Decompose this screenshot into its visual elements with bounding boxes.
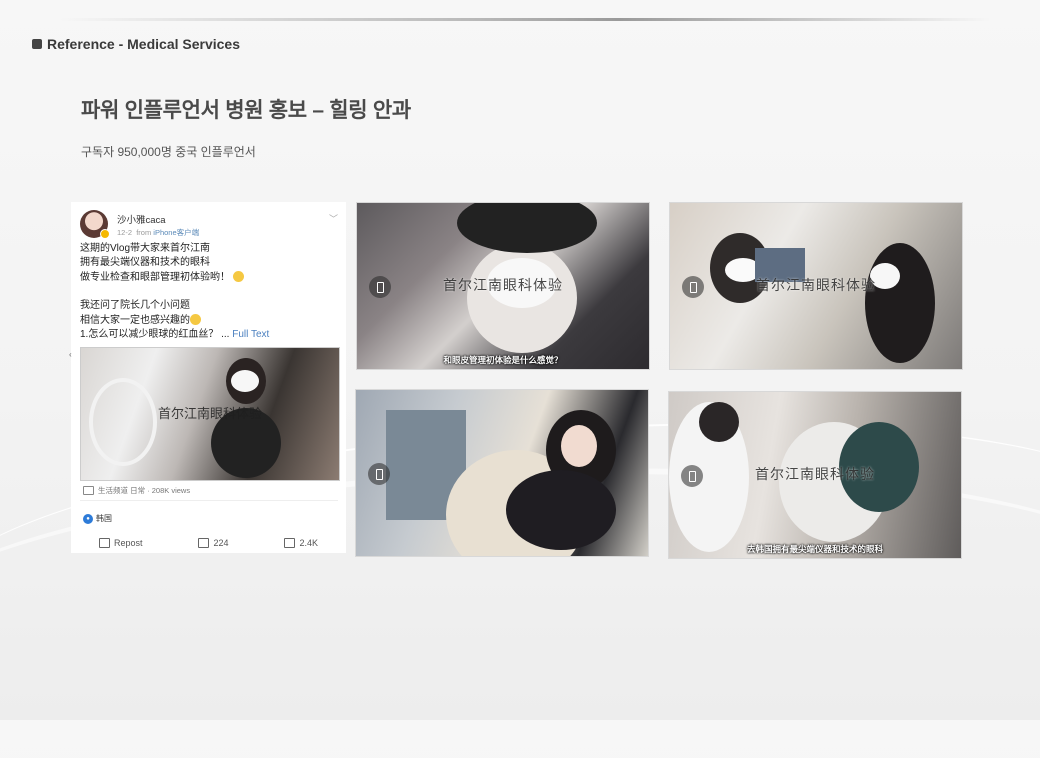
weibo-post-card: 沙小雅caca 12-2 from iPhone客户端 ﹀ 这期的Vlog带大家… [69,202,346,553]
video-thumbnail-3[interactable] [356,390,648,556]
thumbs-up-icon [284,538,296,548]
post-line: 这期的Vlog带大家来首尔江南 [80,243,211,254]
like-count: 2.4K [299,538,318,548]
thumbnail-subtitle: 去韩国拥有最尖端仪器和技术的眼科 [746,544,883,554]
comment-icon [198,538,210,548]
image-shape [89,378,157,466]
image-shape [506,470,616,550]
post-actions: Repost 224 2.4K [71,538,346,548]
post-line-text: 做专业检查和眼部管理初体验哟！ [80,271,230,283]
location-tag[interactable]: ● 韩国 [83,513,112,524]
comment-count: 224 [213,538,229,548]
full-text-link[interactable]: Full Text [232,329,269,340]
reference-label: Reference - Medical Services [32,36,240,52]
divider [80,500,338,501]
post-source-prefix: from [136,228,152,237]
post-line: 相信大家一定也感兴趣的 [80,313,340,328]
thumbnail-caption: 首尔江南眼科体验 [755,467,875,483]
video-thumbnail-4[interactable]: 首尔江南眼科体验 去韩国拥有最尖端仪器和技术的眼科 [669,392,961,558]
post-line: 拥有最尖端仪器和技术的眼科 [80,257,210,269]
image-shape [699,402,739,442]
post-line: 我还问了院长几个小问题 [80,300,190,312]
views-info: 生活频道 日常 · 208K views [83,485,190,496]
repost-icon [98,538,110,548]
post-line: 做专业检查和眼部管理初体验哟！ [80,270,340,285]
page-subtitle: 구독자 950,000명 중국 인플루언서 [81,145,256,159]
image-shape [231,370,259,392]
like-button[interactable]: 2.4K [284,538,318,548]
comment-button[interactable]: 224 [198,538,229,548]
thumbnail-subtitle: 和眼皮管理初体验是什么感觉？ [443,355,563,365]
emoji-icon [232,270,244,282]
video-thumbnail-2[interactable]: 首尔江南眼科体验 [670,203,962,369]
post-line-text: 1.怎么可以减少眼球的红血丝？ ... [80,329,230,341]
post-line-text: 相信大家一定也感兴趣的 [80,314,190,326]
views-text: 生活频道 日常 · 208K views [98,486,191,495]
chevron-down-icon[interactable]: ﹀ [329,212,338,225]
verified-badge-icon [100,229,110,239]
post-line-spacer [80,285,340,299]
top-decorative-line [60,18,990,21]
post-line: 1.怎么可以减少眼球的红血丝？ ... Full Text [80,328,340,342]
post-username[interactable]: 沙小雅caca [117,212,166,226]
video-thumbnail-1[interactable]: 首尔江南眼科体验 和眼皮管理初体验是什么感觉？ [357,203,649,369]
thumbnail-caption: 首尔江南眼科体验 [756,278,876,294]
page-title: 파워 인플루언서 병원 홍보 – 힐링 안과 [81,99,411,122]
reference-label-text: Reference - Medical Services [47,36,240,52]
post-source: iPhone客户端 [153,228,200,237]
post-image-caption: 首尔江南眼科体验 [157,407,262,422]
phone-icon [368,463,390,485]
post-date: 12-2 [117,228,133,237]
image-shape [561,425,597,467]
post-meta: 12-2 from iPhone客户端 [117,227,199,238]
location-pin-icon: ● [83,513,93,524]
repost-button[interactable]: Repost [98,538,143,548]
image-shape [865,243,935,363]
thumbnail-caption: 首尔江南眼科体验 [443,278,563,294]
image-shape [457,203,597,253]
video-icon [83,486,94,495]
location-text: 韩国 [96,514,112,523]
post-text: 这期的Vlog带大家来首尔江南 拥有最尖端仪器和技术的眼科 做专业检查和眼部管理… [80,242,340,342]
repost-label: Repost [113,538,143,548]
square-bullet-icon [32,39,42,49]
emoji-icon [190,313,201,325]
post-image[interactable]: 首尔江南眼科体验 [80,347,340,481]
chevron-left-icon[interactable]: ‹ [69,350,72,359]
